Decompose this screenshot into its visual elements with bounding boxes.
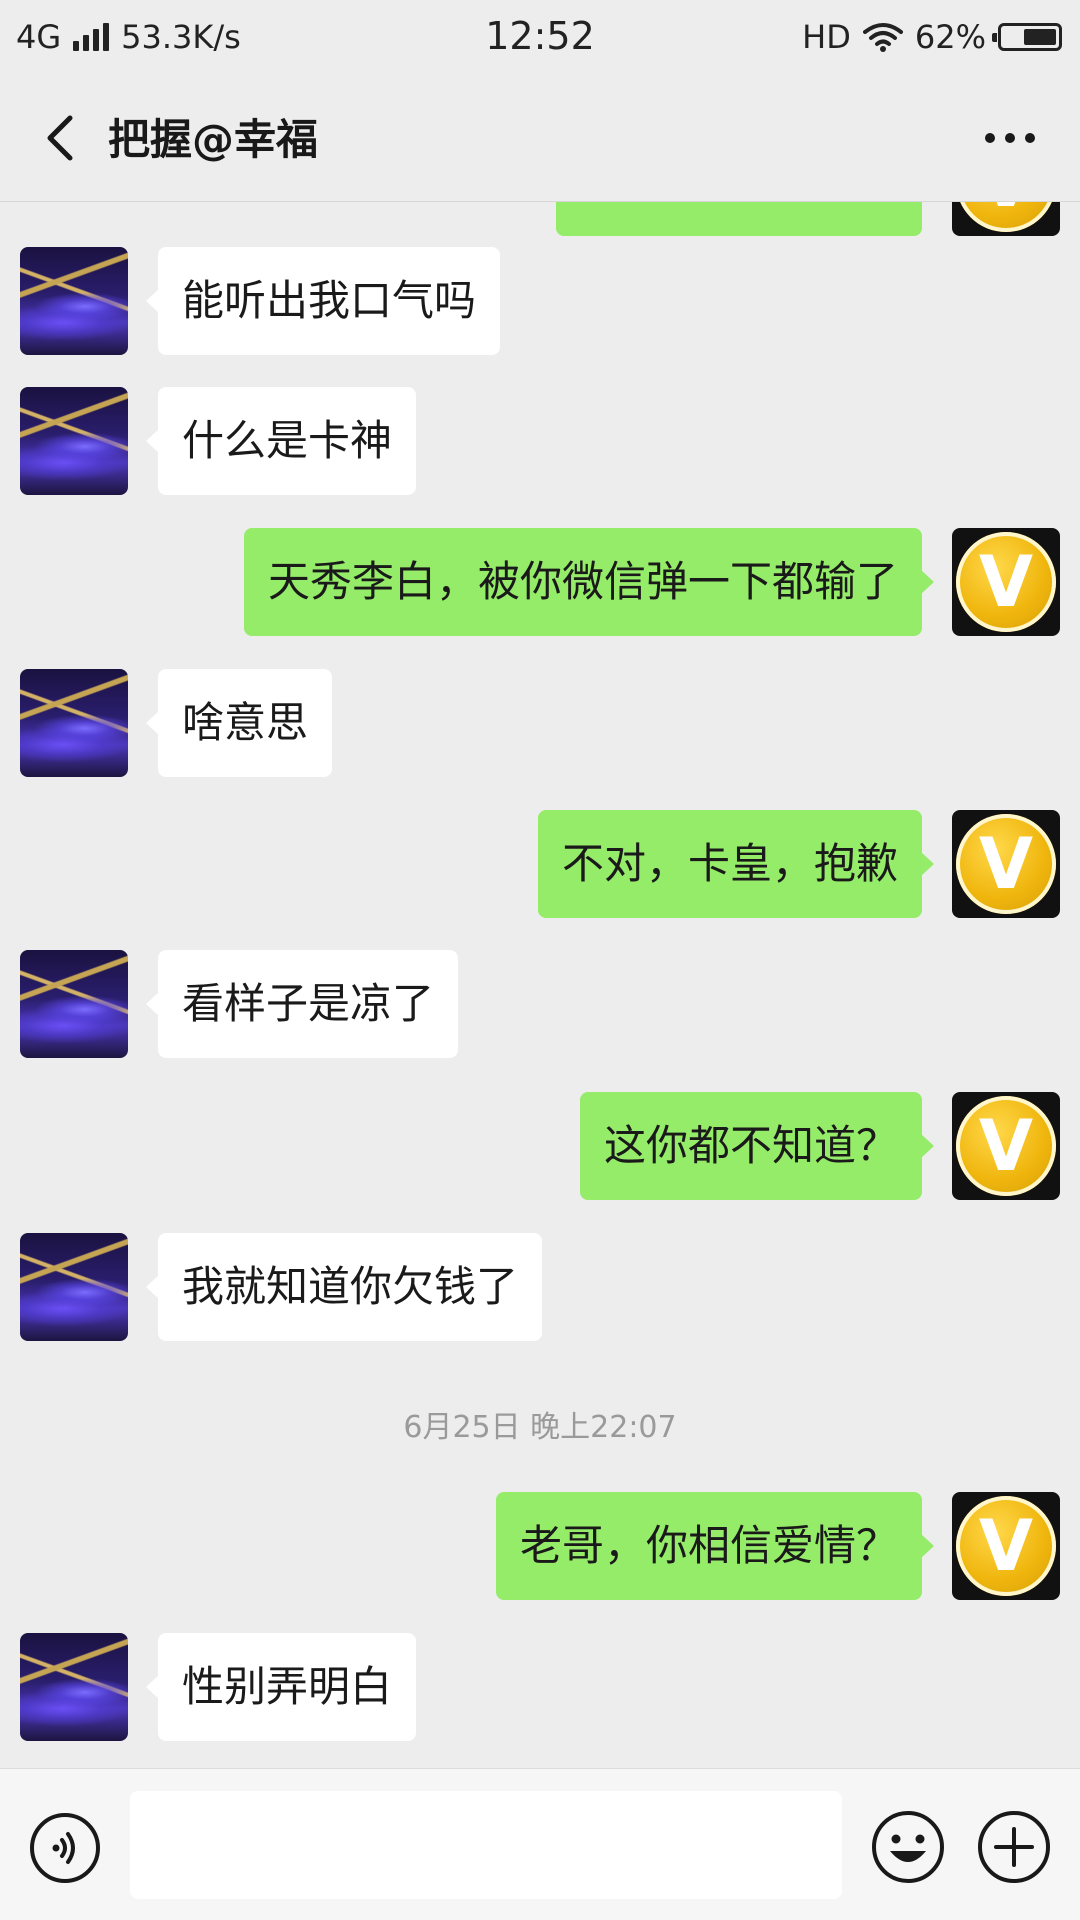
avatar[interactable]: V <box>952 1492 1060 1600</box>
message-bubble[interactable]: 看样子是凉了 <box>145 950 459 1058</box>
avatar[interactable]: V <box>952 202 1060 236</box>
plus-icon[interactable] <box>976 1809 1052 1885</box>
avatar[interactable]: V <box>952 1092 1060 1200</box>
message-row: 性别弄明白 <box>0 1633 1080 1741</box>
message-row: 能听出我口气吗 <box>0 247 1080 355</box>
message-bubble[interactable]: 性别弄明白 <box>145 1633 417 1741</box>
chevron-left-icon[interactable] <box>26 102 98 174</box>
message-row: 啥意思 <box>0 669 1080 777</box>
message-bubble[interactable]: 我就知道你欠钱了 <box>145 1233 543 1341</box>
message-row: 我就知道你欠钱了 <box>0 1233 1080 1341</box>
chat-area[interactable]: V 能听出我口气吗 什么是卡神 V 天秀李白，被你微信弹一下都输了 啥意思 V … <box>0 202 1080 1768</box>
input-bar <box>0 1768 1080 1920</box>
avatar[interactable] <box>20 1633 128 1741</box>
chat-title: 把握@幸福 <box>108 115 319 164</box>
message-row-partial: V <box>0 202 1080 236</box>
hd-indicator: HD <box>802 18 851 56</box>
avatar[interactable] <box>20 1233 128 1341</box>
battery-fill <box>1024 29 1056 45</box>
avatar[interactable] <box>20 387 128 495</box>
message-row: V 老哥，你相信爱情？ <box>0 1492 1080 1600</box>
wifi-icon <box>862 23 903 52</box>
message-bubble[interactable]: 什么是卡神 <box>145 387 417 495</box>
avatar[interactable] <box>20 669 128 777</box>
message-bubble[interactable]: 能听出我口气吗 <box>145 247 501 355</box>
message-bubble[interactable]: 这你都不知道？ <box>579 1092 935 1200</box>
voice-icon[interactable] <box>28 1811 102 1885</box>
message-input[interactable] <box>130 1791 842 1899</box>
status-right: HD 62% <box>802 18 1062 56</box>
emoji-icon[interactable] <box>870 1809 946 1885</box>
battery-icon <box>992 23 1062 51</box>
timestamp: 6月25日 晚上22:07 <box>403 1410 677 1445</box>
message-bubble[interactable]: 不对，卡皇，抱歉 <box>537 810 935 918</box>
message-bubble[interactable]: 啥意思 <box>145 669 333 777</box>
status-bar: 4G 53.3K/s 12:52 HD 62% <box>0 0 1080 76</box>
avatar[interactable] <box>20 950 128 1058</box>
battery-percent: 62% <box>914 18 986 56</box>
avatar[interactable]: V <box>952 810 1060 918</box>
message-bubble[interactable]: 天秀李白，被你微信弹一下都输了 <box>243 528 935 636</box>
more-horizontal-icon[interactable] <box>966 102 1054 174</box>
message-row: V 天秀李白，被你微信弹一下都输了 <box>0 528 1080 636</box>
message-bubble[interactable]: 老哥，你相信爱情？ <box>495 1492 935 1600</box>
message-bubble[interactable] <box>556 202 922 236</box>
message-row: 什么是卡神 <box>0 387 1080 495</box>
message-row: V 这你都不知道？ <box>0 1092 1080 1200</box>
chat-header: 把握@幸福 <box>0 76 1080 202</box>
avatar[interactable] <box>20 247 128 355</box>
avatar[interactable]: V <box>952 528 1060 636</box>
message-row: V 不对，卡皇，抱歉 <box>0 810 1080 918</box>
message-row: 看样子是凉了 <box>0 950 1080 1058</box>
